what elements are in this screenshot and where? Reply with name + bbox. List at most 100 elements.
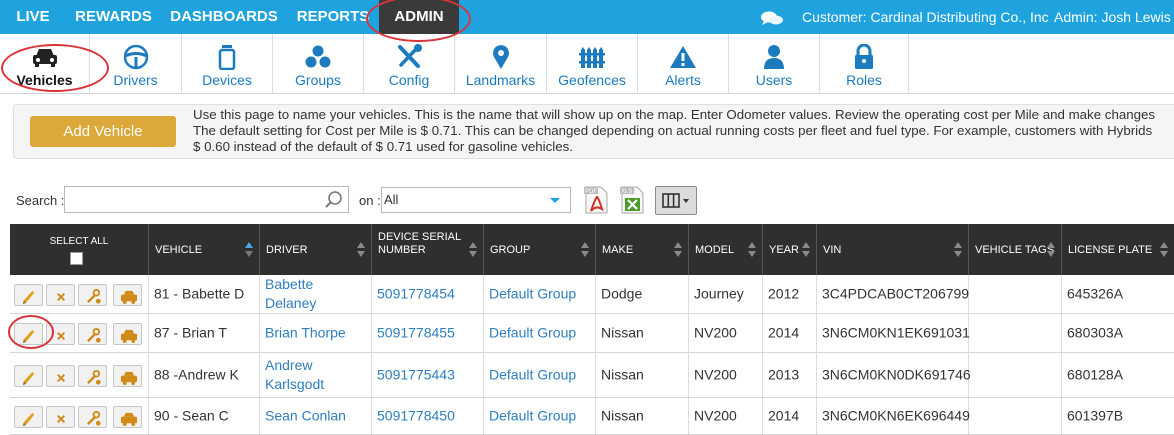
cell-vehicle: 87 - Brian T [149,314,260,352]
search-icon[interactable] [324,190,344,210]
warning-icon [670,46,696,68]
admin-user[interactable]: Admin: Josh Lewis [1054,0,1171,34]
column-header-make[interactable]: MAKE [596,224,689,275]
vehicle-details-button[interactable] [113,405,142,428]
pencil-icon [22,329,35,343]
edit-button[interactable] [14,322,43,345]
column-header-vehicle[interactable]: VEHICLE [149,224,260,275]
cell-driver[interactable]: Andrew Karlsgodt [260,353,372,397]
subnav-vehicles[interactable]: Vehicles [0,34,90,94]
pdf-export-icon[interactable]: PDF [583,185,609,215]
cell-license-plate: 645326A [1062,275,1174,313]
maintenance-button[interactable] [78,364,107,387]
cell-driver[interactable]: Babette Delaney [260,275,372,313]
cell-make: Nissan [596,398,689,434]
xls-label: XLS [621,189,632,195]
cell-device-serial[interactable]: 5091778454 [372,275,484,313]
device-icon [218,45,236,70]
cell-vehicle-value: 87 - Brian T [154,324,227,341]
cell-device-serial-value[interactable]: 5091778455 [377,324,455,343]
subnav-geofences[interactable]: Geofences [547,34,638,94]
column-header-driver[interactable]: DRIVER [260,224,372,275]
cell-group[interactable]: Default Group [484,275,596,313]
cell-group-value[interactable]: Default Group [489,366,576,385]
steering-wheel-icon [123,44,148,70]
search-input[interactable] [64,186,349,213]
cell-vehicle-value: 81 - Babette D [154,285,245,302]
pencil-icon [22,290,35,304]
cell-group[interactable]: Default Group [484,353,596,397]
cell-driver[interactable]: Brian Thorpe [260,314,372,352]
column-header-vin[interactable]: VIN [817,224,969,275]
delete-button[interactable] [46,322,75,345]
cell-device-serial-value[interactable]: 5091778450 [377,407,455,426]
subnav-drivers[interactable]: Drivers [90,34,182,94]
column-header-vehicle-tags[interactable]: VEHICLE TAGS [969,224,1062,275]
edit-button[interactable] [14,364,43,387]
info-line: The default setting for Cost per Mile is… [193,123,1153,139]
maintenance-button[interactable] [78,283,107,306]
nav-live[interactable]: LIVE [0,0,66,34]
column-header-group[interactable]: GROUP [484,224,596,275]
cell-device-serial[interactable]: 5091775443 [372,353,484,397]
vehicle-details-button[interactable] [113,283,142,306]
xls-export-icon[interactable]: XLS [619,185,645,215]
cell-group-value[interactable]: Default Group [489,407,576,426]
chat-icon[interactable] [760,10,784,26]
cell-year-value: 2012 [768,285,800,302]
delete-button[interactable] [46,364,75,387]
cell-group-value[interactable]: Default Group [489,285,576,304]
cell-make-value: Nissan [601,366,644,383]
tools-icon [398,44,422,68]
nav-dashboards[interactable]: DASHBOARDS [161,0,287,34]
subnav-alerts[interactable]: Alerts [638,34,729,94]
cell-vehicle-tags [969,275,1062,313]
cell-driver-value[interactable]: Brian Thorpe [265,324,346,343]
cell-device-serial-value[interactable]: 5091775443 [377,366,455,385]
cell-driver-value[interactable]: Babette Delaney [265,275,365,313]
vehicle-details-button[interactable] [113,322,142,345]
cell-make: Nissan [596,353,689,397]
column-header-model[interactable]: MODEL [689,224,763,275]
add-vehicle-button[interactable]: Add Vehicle [30,116,176,147]
column-label: MAKE [602,244,634,256]
subnav-users[interactable]: Users [729,34,820,94]
column-header-device-serial[interactable]: DEVICE SERIAL NUMBER [372,224,484,275]
cell-group[interactable]: Default Group [484,398,596,434]
cell-device-serial[interactable]: 5091778450 [372,398,484,434]
nav-reports[interactable]: REPORTS [287,0,379,34]
subnav-groups[interactable]: Groups [273,34,364,94]
subnav-roles[interactable]: Roles [820,34,909,94]
edit-button[interactable] [14,405,43,428]
cell-device-serial[interactable]: 5091778455 [372,314,484,352]
vehicle-details-button[interactable] [113,364,142,387]
cell-year: 2014 [763,314,817,352]
cell-group[interactable]: Default Group [484,314,596,352]
cell-vehicle-value: 90 - Sean C [154,407,229,424]
maintenance-button[interactable] [78,322,107,345]
subnav-config[interactable]: Config [364,34,455,94]
cell-group-value[interactable]: Default Group [489,324,576,343]
delete-button[interactable] [46,283,75,306]
cell-model: NV200 [689,398,763,434]
cell-driver-value[interactable]: Sean Conlan [265,407,346,426]
cell-driver-value[interactable]: Andrew Karlsgodt [265,356,365,394]
cell-vin: 3N6CM0KN6EK696449 [817,398,970,434]
edit-button[interactable] [14,283,43,306]
subnav-landmarks[interactable]: Landmarks [455,34,547,94]
column-header-year[interactable]: YEAR [763,224,817,275]
nav-rewards[interactable]: REWARDS [66,0,161,34]
subnav-devices[interactable]: Devices [182,34,273,94]
cell-device-serial-value[interactable]: 5091778454 [377,285,455,304]
cell-driver[interactable]: Sean Conlan [260,398,372,434]
maintenance-button[interactable] [78,405,107,428]
search-field-select[interactable]: All [381,187,571,213]
column-chooser-button[interactable] [655,186,697,215]
select-all-checkbox[interactable] [70,252,83,265]
cell-year: 2012 [763,275,817,313]
column-header-license-plate[interactable]: LICENSE PLATE [1062,224,1174,275]
delete-button[interactable] [46,405,75,428]
info-line: Use this page to name your vehicles. Thi… [193,107,1156,122]
cell-model: NV200 [689,314,763,352]
nav-admin[interactable]: ADMIN [379,0,459,34]
